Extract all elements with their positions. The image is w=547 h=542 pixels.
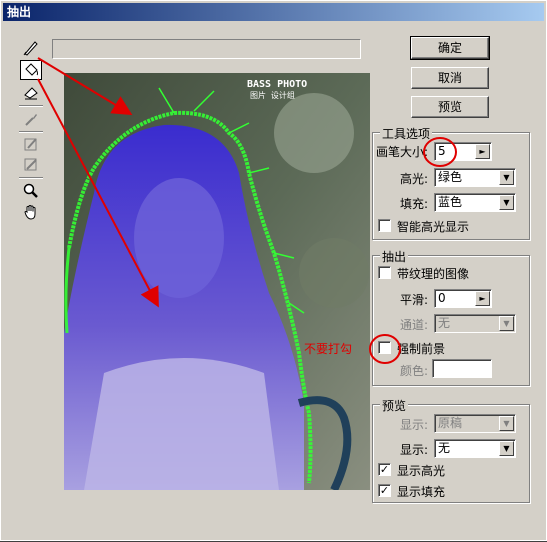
- cancel-button[interactable]: 取消: [411, 67, 489, 89]
- textured-image-checkbox[interactable]: [378, 266, 391, 279]
- channel-select[interactable]: 无 ▼: [434, 314, 516, 333]
- smart-highlight-label: 智能高光显示: [397, 220, 470, 234]
- show-background-select[interactable]: 无 ▼: [434, 439, 516, 458]
- edge-highlighter-icon[interactable]: [20, 38, 42, 58]
- watermark-text-2: 图片 设计组: [250, 90, 295, 100]
- status-path-field: [52, 39, 361, 59]
- chevron-right-icon[interactable]: ►: [475, 291, 490, 306]
- watermark-text-1: BASS PHOTO: [247, 79, 307, 90]
- chevron-down-icon[interactable]: ▼: [499, 441, 514, 456]
- smart-highlight-checkbox[interactable]: [378, 219, 391, 232]
- show-background-value: 无: [438, 441, 451, 455]
- show-fill-checkbox[interactable]: ✓: [378, 484, 391, 497]
- chevron-down-icon[interactable]: ▼: [499, 416, 514, 431]
- color-swatch-field[interactable]: [432, 359, 492, 378]
- ok-button[interactable]: 确定: [410, 36, 490, 60]
- channel-value: 无: [438, 316, 451, 330]
- show-highlight-checkbox[interactable]: ✓: [378, 463, 391, 476]
- portrait-preview-image: BASS PHOTO 图片 设计组: [64, 73, 370, 490]
- dialog-title: 抽出: [3, 3, 544, 21]
- show-label-original: 显示:: [400, 418, 429, 432]
- chevron-down-icon[interactable]: ▼: [499, 170, 514, 185]
- preview-title: 预览: [380, 397, 409, 414]
- highlight-select[interactable]: 绿色 ▼: [434, 168, 516, 187]
- tool-separator: [19, 177, 43, 179]
- smooth-label: 平滑:: [400, 293, 429, 307]
- eyedropper-icon[interactable]: [20, 109, 42, 129]
- fill-color-select[interactable]: 蓝色 ▼: [434, 193, 516, 212]
- force-foreground-label: 强制前景: [397, 342, 446, 356]
- textured-image-label: 带纹理的图像: [397, 267, 470, 281]
- brush-size-label: 画笔大小:: [376, 145, 429, 159]
- highlight-label: 高光:: [400, 172, 429, 186]
- highlight-value: 绿色: [438, 170, 463, 184]
- show-highlight-label: 显示高光: [397, 464, 446, 478]
- smooth-value: 0: [438, 291, 446, 305]
- force-foreground-checkbox[interactable]: [378, 341, 391, 354]
- color-label: 颜色:: [400, 364, 429, 378]
- fill-label: 填充:: [400, 197, 429, 211]
- hand-icon[interactable]: [20, 202, 42, 222]
- show-label-background: 显示:: [400, 443, 429, 457]
- chevron-down-icon[interactable]: ▼: [499, 316, 514, 331]
- fill-color-value: 蓝色: [438, 195, 463, 209]
- edge-touchup-icon[interactable]: [20, 154, 42, 174]
- smooth-field[interactable]: 0 ►: [434, 289, 492, 308]
- preview-canvas[interactable]: BASS PHOTO 图片 设计组: [64, 73, 370, 490]
- extraction-title: 抽出: [380, 248, 409, 265]
- show-original-value: 原稿: [438, 416, 463, 430]
- channel-label: 通道:: [400, 318, 429, 332]
- eraser-icon[interactable]: [20, 82, 42, 102]
- brush-size-value: 5: [438, 144, 446, 158]
- show-original-select[interactable]: 原稿 ▼: [434, 414, 516, 433]
- chevron-down-icon[interactable]: ▼: [499, 195, 514, 210]
- tool-separator: [19, 131, 43, 133]
- tool-options-title: 工具选项: [380, 125, 433, 142]
- zoom-icon[interactable]: [20, 181, 42, 201]
- chevron-right-icon[interactable]: ►: [475, 144, 490, 159]
- fill-bucket-icon[interactable]: [20, 60, 42, 80]
- brush-size-field[interactable]: 5 ►: [434, 142, 492, 161]
- tool-separator: [19, 105, 43, 107]
- cleanup-tool-icon[interactable]: [20, 134, 42, 154]
- show-fill-label: 显示填充: [397, 485, 446, 499]
- annotation-note: 不要打勾: [304, 342, 353, 356]
- extract-dialog: 抽出 BASS PHOTO 图片 设计组 确定 取消 预览 工具选项 画笔大小:…: [0, 0, 547, 542]
- preview-button[interactable]: 预览: [411, 96, 489, 118]
